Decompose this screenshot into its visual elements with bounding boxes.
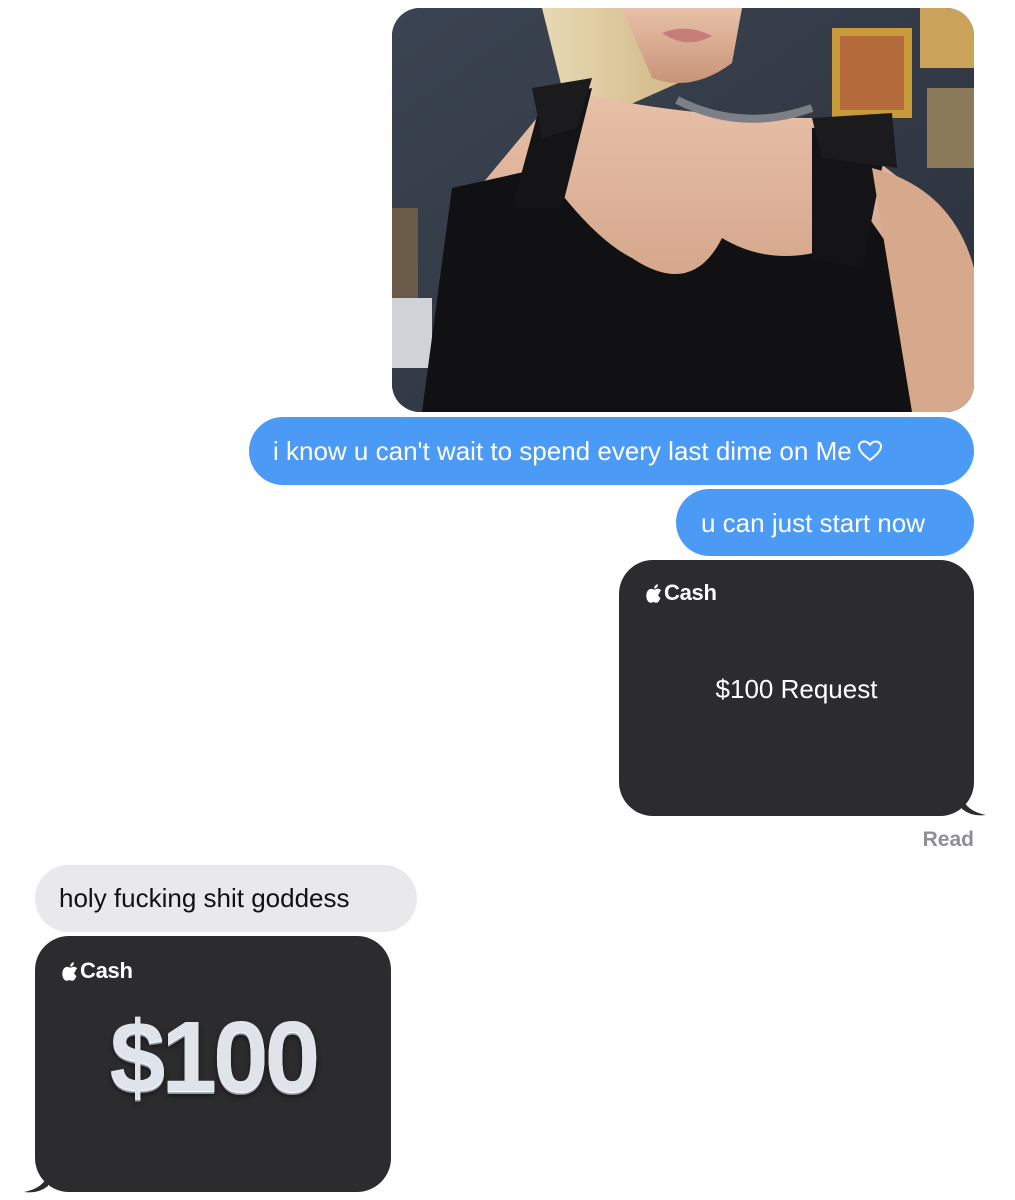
apple-cash-brand: Cash: [80, 958, 133, 983]
cash-request-label: $100 Request: [715, 674, 878, 704]
apple-cash-request-card[interactable]: Cash $100 Request: [619, 560, 974, 816]
incoming-message-bubble[interactable]: holy fucking shit goddess: [35, 865, 417, 932]
read-receipt: Read: [922, 828, 974, 851]
outgoing-message-bubble[interactable]: i know u can't wait to spend every last …: [249, 417, 974, 485]
apple-cash-payment-card[interactable]: Cash $100: [35, 936, 391, 1192]
photo-image: [392, 8, 974, 412]
apple-cash-logo: Cash: [646, 580, 717, 606]
message-text: u can just start now: [701, 508, 925, 538]
message-text: i know u can't wait to spend every last …: [273, 436, 852, 466]
cash-amount: $100: [109, 1001, 320, 1113]
apple-icon: [62, 961, 78, 981]
apple-cash-logo: Cash: [62, 958, 133, 984]
bubble-tail: [962, 797, 986, 816]
heart-icon: [857, 438, 882, 468]
apple-icon: [646, 583, 662, 603]
apple-cash-brand: Cash: [664, 580, 717, 605]
message-text: holy fucking shit goddess: [59, 883, 350, 913]
outgoing-message-bubble[interactable]: u can just start now: [676, 489, 974, 556]
photo-attachment[interactable]: [392, 8, 974, 412]
bubble-tail: [24, 1174, 48, 1193]
